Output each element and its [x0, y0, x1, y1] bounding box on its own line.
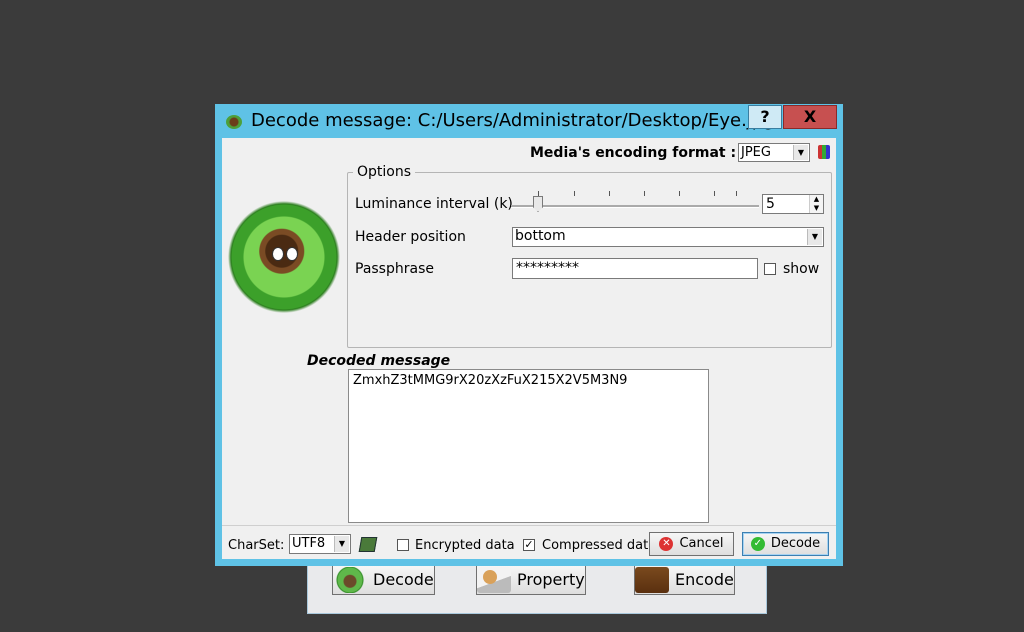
decoded-message-textarea[interactable]: ZmxhZ3tMMG9rX20zXzFuX215X2V5M3N9 [348, 369, 709, 523]
decode-dialog: Decode message: C:/Users/Administrator/D… [215, 104, 843, 566]
luminance-slider[interactable] [511, 205, 759, 208]
luminance-label: Luminance interval (k) [355, 196, 513, 212]
mascot-image [228, 199, 340, 315]
slider-tick [644, 191, 645, 196]
encoding-format-select[interactable]: JPEG ▼ [738, 143, 810, 162]
encrypted-data-label: Encrypted data [415, 538, 515, 553]
chevron-down-icon: ▼ [793, 145, 808, 160]
dialog-client-area: Media's encoding format : JPEG ▼ Options… [222, 138, 836, 559]
compressed-data-label: Compressed dat [542, 538, 649, 553]
color-palette-icon[interactable] [818, 145, 830, 159]
bg-encode-button[interactable]: Encode [634, 565, 735, 595]
decode-button[interactable]: ✓ Decode [742, 532, 829, 556]
decode-ok-icon: ✓ [750, 537, 765, 551]
cancel-label: Cancel [679, 536, 724, 551]
header-position-select[interactable]: bottom ▼ [512, 227, 824, 247]
encoding-format-label: Media's encoding format : [530, 145, 737, 161]
encoding-format-value: JPEG [741, 145, 771, 160]
dialog-title: Decode message: C:/Users/Administrator/D… [251, 110, 775, 131]
header-position-value: bottom [515, 228, 566, 244]
charset-value: UTF8 [292, 536, 326, 551]
bg-property-button[interactable]: Property [476, 565, 586, 595]
slider-tick [714, 191, 715, 196]
luminance-spinbox[interactable]: 5 ▲ ▼ [762, 194, 824, 214]
charset-label: CharSet: [228, 538, 285, 553]
header-position-label: Header position [355, 229, 466, 245]
show-passphrase-label: show [783, 261, 820, 277]
passphrase-input[interactable]: ********* [512, 258, 758, 279]
decoded-message-label: Decoded message [307, 353, 451, 369]
show-passphrase-checkbox[interactable] [764, 263, 776, 275]
options-legend: Options [353, 164, 416, 180]
bg-property-label: Property [517, 570, 585, 589]
encrypted-data-checkbox[interactable] [397, 539, 409, 551]
slider-tick [538, 191, 539, 196]
charset-book-icon[interactable] [358, 537, 378, 552]
spin-arrows-icon[interactable]: ▲ ▼ [809, 195, 823, 213]
property-icon [477, 567, 511, 593]
decode-icon [333, 567, 367, 593]
background-app-toolbar: Decode Property Encode [307, 562, 767, 614]
bg-encode-label: Encode [675, 570, 734, 589]
cancel-icon: ✕ [659, 537, 674, 551]
luminance-value: 5 [766, 196, 775, 212]
mascot-eye-left [272, 247, 284, 261]
compressed-data-checkbox[interactable]: ✓ [523, 539, 535, 551]
slider-tick [736, 191, 737, 196]
slider-tick [679, 191, 680, 196]
help-button[interactable]: ? [748, 105, 782, 129]
slider-tick [574, 191, 575, 196]
bg-decode-button[interactable]: Decode [332, 565, 435, 595]
charset-select[interactable]: UTF8 ▼ [289, 534, 351, 554]
dialog-titlebar[interactable]: Decode message: C:/Users/Administrator/D… [215, 104, 843, 138]
bg-decode-label: Decode [373, 570, 434, 589]
cancel-button[interactable]: ✕ Cancel [649, 532, 734, 556]
decode-label: Decode [770, 536, 821, 551]
app-logo-icon [226, 115, 242, 129]
encode-icon [635, 567, 669, 593]
passphrase-label: Passphrase [355, 261, 434, 277]
chevron-down-icon: ▼ [807, 229, 822, 245]
chevron-down-icon: ▼ [334, 536, 349, 552]
mascot-eye-right [286, 247, 298, 261]
close-button[interactable]: X [783, 105, 837, 129]
footer-divider [222, 525, 836, 526]
slider-tick [609, 191, 610, 196]
